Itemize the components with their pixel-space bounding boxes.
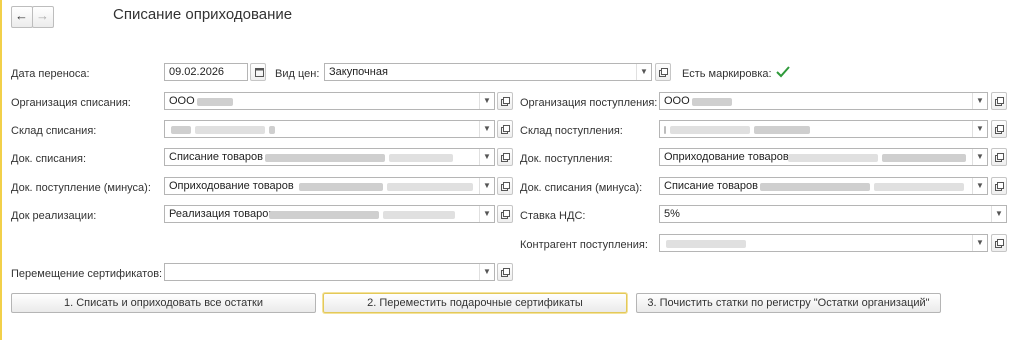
checkmark-icon bbox=[776, 66, 790, 78]
vat-rate-field[interactable]: 5% ▼ bbox=[659, 205, 1007, 223]
calendar-icon bbox=[255, 68, 264, 77]
calendar-button[interactable] bbox=[250, 63, 266, 81]
open-form-icon bbox=[995, 153, 1004, 162]
chevron-down-icon[interactable]: ▼ bbox=[479, 264, 494, 280]
window-left-edge bbox=[0, 0, 2, 340]
doc-receipt-minus-field[interactable]: Оприходование товаров ▼ bbox=[164, 177, 495, 195]
clean-balances-button[interactable]: 3. Почистить статки по регистру "Остатки… bbox=[636, 293, 941, 313]
chevron-down-icon[interactable]: ▼ bbox=[479, 206, 494, 222]
arrow-right-icon: → bbox=[36, 8, 49, 23]
doc-write-off-minus-field[interactable]: Списание товаров ▼ bbox=[659, 177, 988, 195]
counterparty-field[interactable]: ▼ bbox=[659, 234, 988, 252]
price-type-field[interactable]: Закупочная ▼ bbox=[324, 63, 652, 81]
price-type-label: Вид цен: bbox=[275, 68, 320, 80]
wh-write-off-field[interactable]: ▼ bbox=[164, 120, 495, 138]
open-form-icon bbox=[501, 182, 510, 191]
chevron-down-icon[interactable]: ▼ bbox=[972, 235, 987, 251]
chevron-down-icon[interactable]: ▼ bbox=[479, 93, 494, 109]
wh-receipt-label: Склад поступления: bbox=[520, 125, 623, 137]
open-form-icon bbox=[995, 239, 1004, 248]
open-doc-receipt-button[interactable] bbox=[991, 148, 1007, 166]
doc-receipt-minus-label: Док. поступление (минуса): bbox=[11, 182, 151, 194]
open-form-icon bbox=[995, 125, 1004, 134]
page-title: Списание оприходование bbox=[113, 6, 293, 23]
doc-write-off-minus-label: Док. списания (минуса): bbox=[520, 182, 643, 194]
vat-rate-label: Ставка НДС: bbox=[520, 210, 586, 222]
chevron-down-icon[interactable]: ▼ bbox=[972, 121, 987, 137]
doc-write-off-label: Док. списания: bbox=[11, 153, 87, 165]
open-doc-write-off-button[interactable] bbox=[497, 148, 513, 166]
arrow-left-icon: ← bbox=[15, 8, 28, 23]
marking-label: Есть маркировка: bbox=[682, 68, 772, 80]
open-doc-write-off-minus-button[interactable] bbox=[991, 177, 1007, 195]
counterparty-label: Контрагент поступления: bbox=[520, 239, 648, 251]
open-form-icon bbox=[501, 268, 510, 277]
open-counterparty-button[interactable] bbox=[991, 234, 1007, 252]
chevron-down-icon[interactable]: ▼ bbox=[479, 149, 494, 165]
org-receipt-label: Организация поступления: bbox=[520, 97, 658, 109]
open-wh-receipt-button[interactable] bbox=[991, 120, 1007, 138]
open-form-icon bbox=[659, 68, 668, 77]
cert-move-label: Перемещение сертификатов: bbox=[11, 268, 163, 280]
chevron-down-icon[interactable]: ▼ bbox=[972, 178, 987, 194]
open-form-icon bbox=[995, 182, 1004, 191]
forward-button[interactable]: → bbox=[32, 6, 54, 28]
org-write-off-field[interactable]: ООО ▼ bbox=[164, 92, 495, 110]
chevron-down-icon[interactable]: ▼ bbox=[991, 206, 1006, 222]
doc-receipt-field[interactable]: Оприходование товаров ▼ bbox=[659, 148, 988, 166]
doc-sale-field[interactable]: Реализация товаров ▼ bbox=[164, 205, 495, 223]
move-gift-certificates-button[interactable]: 2. Переместить подарочные сертификаты bbox=[323, 293, 627, 313]
back-button[interactable]: ← bbox=[11, 6, 33, 28]
cert-move-field[interactable]: ▼ bbox=[164, 263, 495, 281]
marking-checkbox[interactable] bbox=[776, 65, 790, 78]
open-wh-write-off-button[interactable] bbox=[497, 120, 513, 138]
date-label: Дата переноса: bbox=[11, 68, 90, 80]
doc-receipt-label: Док. поступления: bbox=[520, 153, 613, 165]
wh-receipt-field[interactable]: ▼ bbox=[659, 120, 988, 138]
open-cert-move-button[interactable] bbox=[497, 263, 513, 281]
open-form-icon bbox=[501, 97, 510, 106]
chevron-down-icon[interactable]: ▼ bbox=[972, 149, 987, 165]
doc-write-off-field[interactable]: Списание товаров ▼ bbox=[164, 148, 495, 166]
chevron-down-icon[interactable]: ▼ bbox=[972, 93, 987, 109]
open-form-icon bbox=[995, 97, 1004, 106]
open-doc-sale-button[interactable] bbox=[497, 205, 513, 223]
org-write-off-label: Организация списания: bbox=[11, 97, 131, 109]
chevron-down-icon[interactable]: ▼ bbox=[479, 178, 494, 194]
open-org-receipt-button[interactable] bbox=[991, 92, 1007, 110]
open-form-icon bbox=[501, 125, 510, 134]
open-form-icon bbox=[501, 210, 510, 219]
org-receipt-field[interactable]: ООО ▼ bbox=[659, 92, 988, 110]
open-org-write-off-button[interactable] bbox=[497, 92, 513, 110]
write-off-and-receive-button[interactable]: 1. Списать и оприходовать все остатки bbox=[11, 293, 316, 313]
chevron-down-icon[interactable]: ▼ bbox=[479, 121, 494, 137]
open-doc-receipt-minus-button[interactable] bbox=[497, 177, 513, 195]
date-field[interactable]: 09.02.2026 bbox=[164, 63, 248, 81]
open-price-type-button[interactable] bbox=[655, 63, 671, 81]
chevron-down-icon[interactable]: ▼ bbox=[636, 64, 651, 80]
wh-write-off-label: Склад списания: bbox=[11, 125, 97, 137]
open-form-icon bbox=[501, 153, 510, 162]
doc-sale-label: Док реализации: bbox=[11, 210, 97, 222]
